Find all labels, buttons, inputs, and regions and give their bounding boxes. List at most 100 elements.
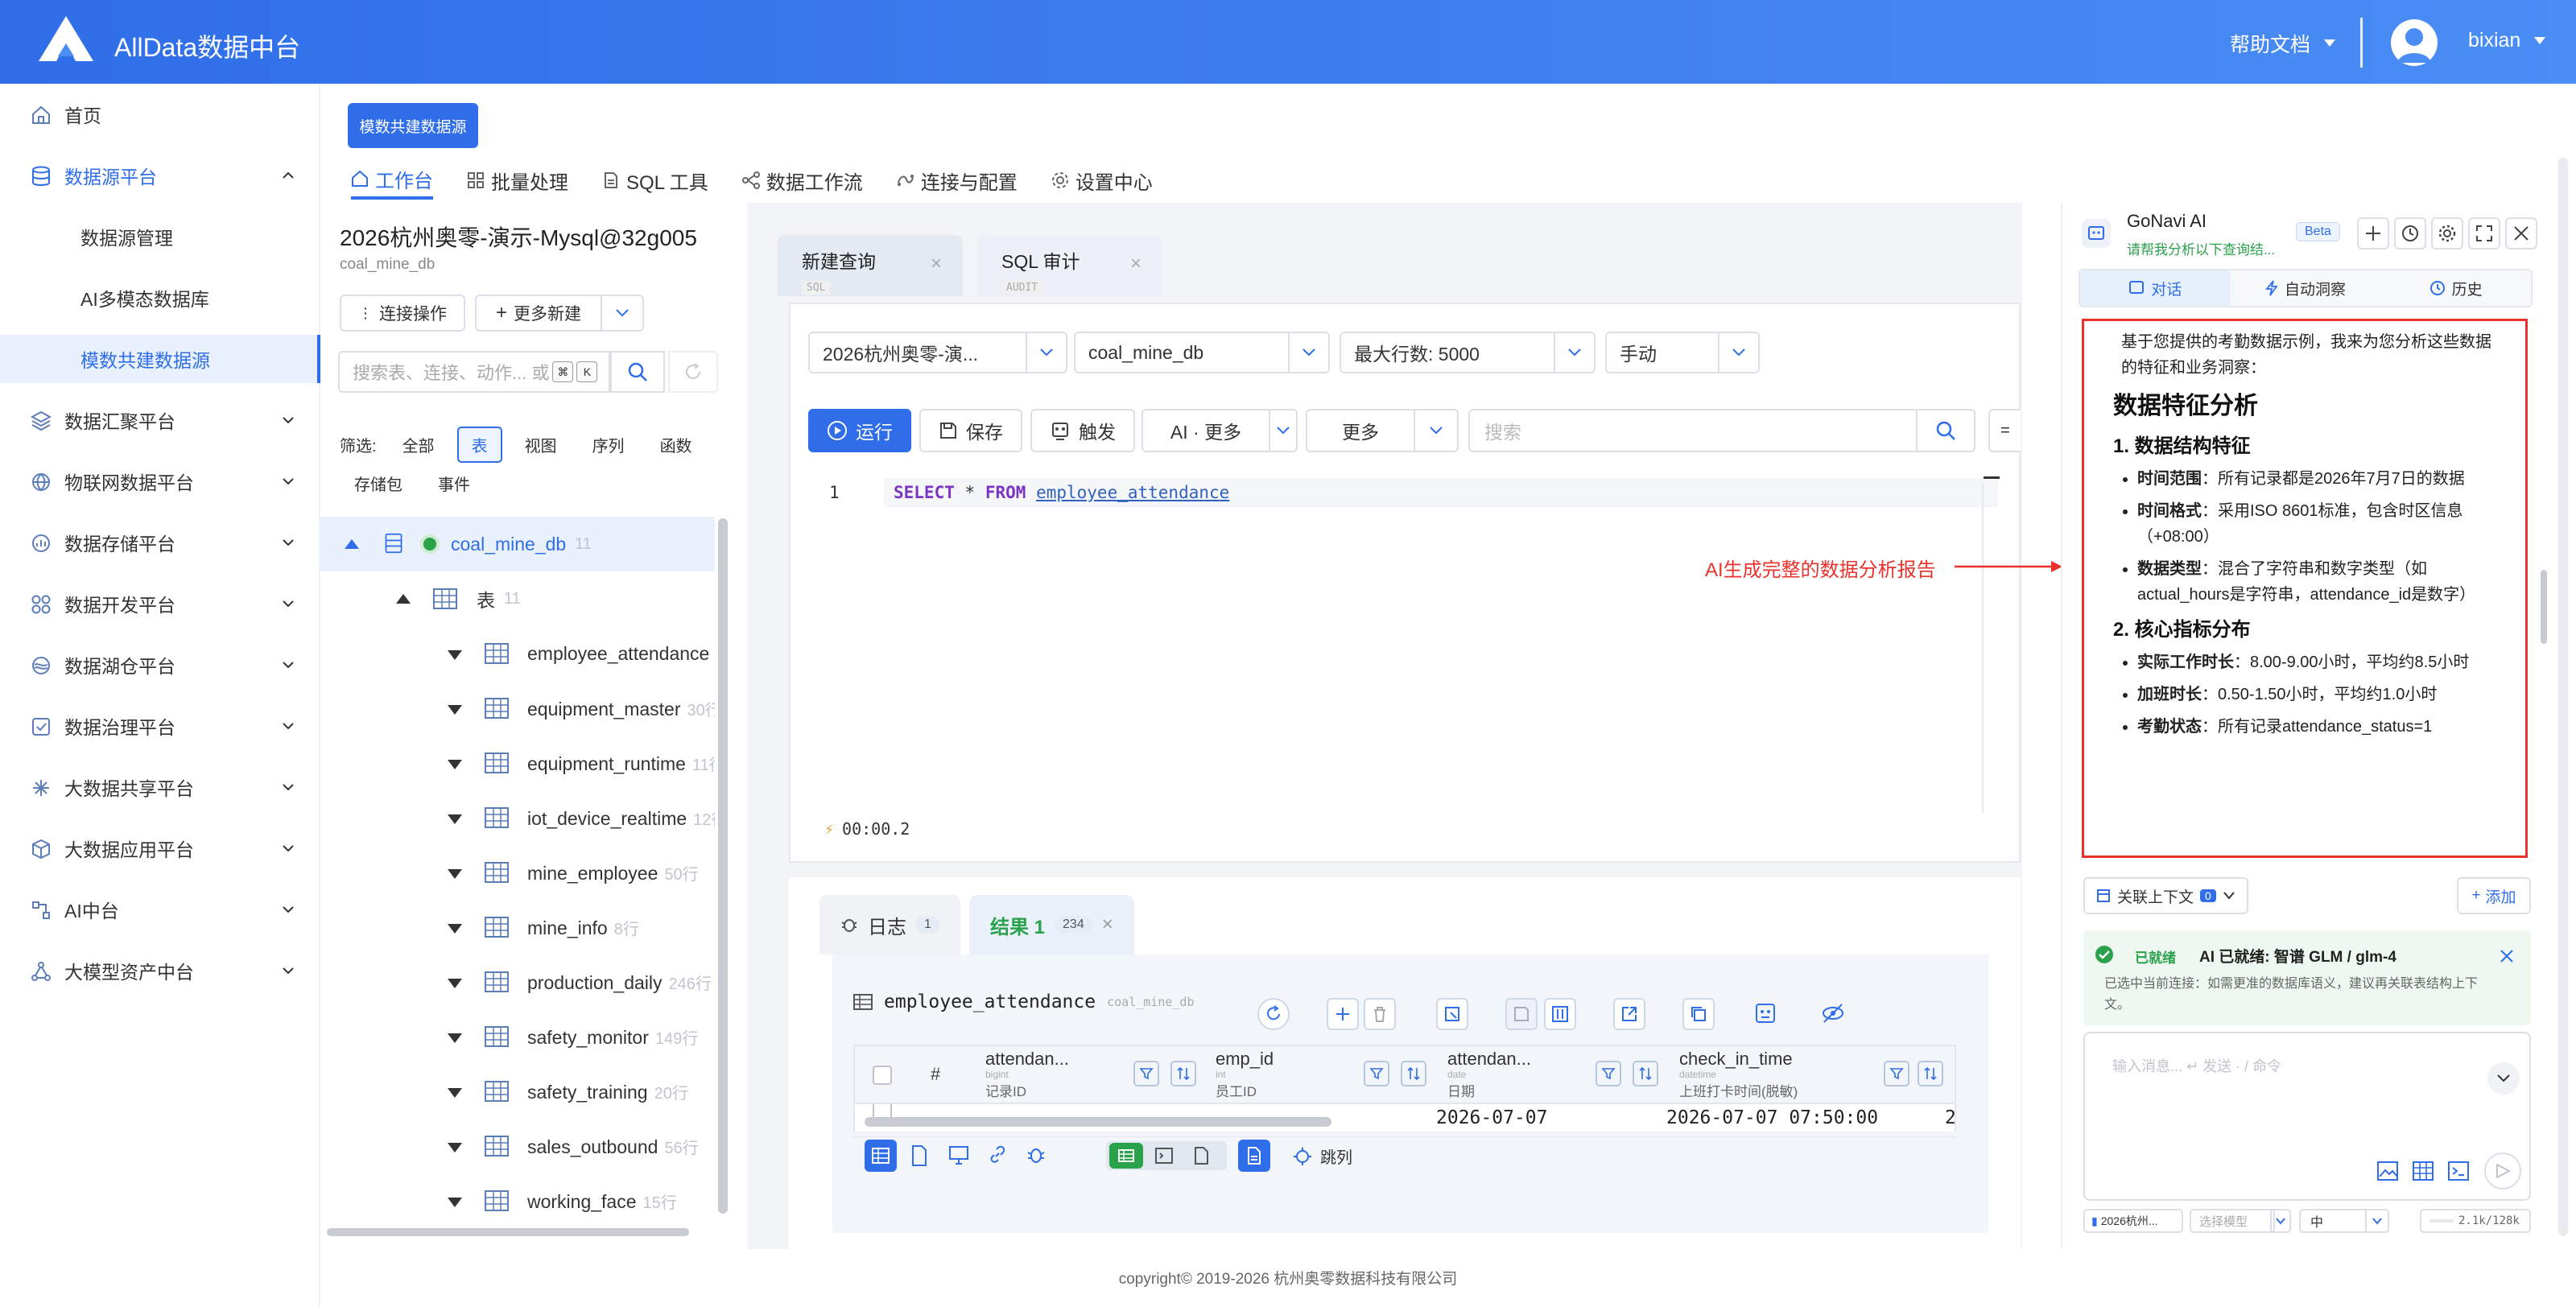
connect-actions-button[interactable]: ⋮ 连接操作 xyxy=(340,295,465,332)
object-search-input[interactable]: 搜索表、连接、动作... 或 ⌘ K xyxy=(338,351,610,393)
sidebar-item-iot-platform[interactable]: 物联网数据平台 xyxy=(0,457,320,505)
tree-table-group[interactable]: 表 11 xyxy=(320,571,715,626)
cell-truncated[interactable]: 2 xyxy=(1945,1107,1956,1128)
more-new-dropdown[interactable] xyxy=(601,295,644,332)
tab-sql-tools[interactable]: SQL 工具 xyxy=(602,161,708,200)
sql-table-name[interactable]: employee_attendance xyxy=(1036,483,1229,502)
hide-icon[interactable] xyxy=(1821,1001,1845,1025)
expand-icon[interactable] xyxy=(448,760,462,769)
cell-attendance-date[interactable]: 2026-07-07 xyxy=(1436,1107,1547,1128)
sidebar-item-sharing-platform[interactable]: 大数据共享平台 xyxy=(0,763,320,811)
filter-all[interactable]: 全部 xyxy=(390,428,448,461)
mode-code-icon[interactable] xyxy=(1154,1146,1174,1165)
tree-table-item[interactable]: mine_info 8行 xyxy=(320,900,715,954)
export-button[interactable] xyxy=(1613,998,1645,1030)
tree-table-item[interactable]: employee_attendance xyxy=(320,626,715,681)
collapse-input-button[interactable] xyxy=(2487,1062,2520,1095)
tab-history[interactable]: 历史 xyxy=(2380,270,2531,306)
history-button[interactable] xyxy=(2394,217,2426,249)
filter-event[interactable]: 事件 xyxy=(425,467,483,500)
column-header-emp-id[interactable]: emp_id int 员工ID xyxy=(1216,1046,1441,1103)
more-button[interactable]: 更多 xyxy=(1306,409,1415,452)
filter-function[interactable]: 函数 xyxy=(647,428,705,461)
send-button[interactable] xyxy=(2484,1152,2521,1189)
tab-auto-insight[interactable]: 自动洞察 xyxy=(2231,270,2381,306)
chat-connection-chip[interactable]: ▮ 2026杭州... xyxy=(2083,1209,2183,1233)
add-row-button[interactable] xyxy=(1327,998,1359,1030)
sort-icon[interactable] xyxy=(1170,1061,1196,1086)
table-icon[interactable] xyxy=(2412,1161,2434,1181)
sidebar-item-model-datasource[interactable]: 模数共建数据源 xyxy=(0,335,320,383)
run-button[interactable]: 运行 xyxy=(808,409,911,452)
model-select-dropdown[interactable] xyxy=(2270,1209,2291,1233)
tab-connection-config[interactable]: 连接与配置 xyxy=(897,161,1018,200)
tree-table-item[interactable]: production_daily 246行 xyxy=(320,954,715,1009)
editor-search-button[interactable] xyxy=(1916,409,1975,452)
tree-table-item[interactable]: mine_employee 50行 xyxy=(320,845,715,900)
model-select[interactable]: 选择模型 xyxy=(2190,1209,2275,1233)
expand-icon[interactable] xyxy=(448,650,462,660)
reasoning-level-select[interactable]: 中 xyxy=(2299,1209,2367,1233)
view-link-icon[interactable] xyxy=(987,1144,1008,1165)
expand-icon[interactable] xyxy=(448,705,462,715)
tree-h-scrollbar[interactable] xyxy=(327,1228,689,1236)
ai-assist-icon[interactable] xyxy=(1753,1001,1777,1025)
copy-button[interactable] xyxy=(1682,998,1715,1030)
cell-check-in-time[interactable]: 2026-07-07 07:50:00 xyxy=(1666,1107,1878,1128)
sidebar-item-app-platform[interactable]: 大数据应用平台 xyxy=(0,824,320,872)
filter-icon[interactable] xyxy=(1596,1061,1621,1086)
select-all-checkbox[interactable] xyxy=(873,1066,892,1085)
trigger-button[interactable]: 触发 xyxy=(1030,409,1135,452)
sort-icon[interactable] xyxy=(1401,1061,1426,1086)
editor-search-input[interactable]: 搜索 xyxy=(1468,409,1918,452)
close-icon[interactable]: × xyxy=(1102,913,1113,936)
expand-icon[interactable] xyxy=(448,814,462,824)
mode-doc-icon[interactable] xyxy=(1193,1146,1211,1165)
view-chart-icon[interactable] xyxy=(948,1144,969,1165)
settings-button[interactable] xyxy=(2431,217,2463,249)
sidebar-item-dev-platform[interactable]: 数据开发平台 xyxy=(0,579,320,628)
save-button[interactable]: 保存 xyxy=(919,409,1022,452)
save-changes-button[interactable] xyxy=(1505,998,1538,1030)
ai-more-button[interactable]: AI · 更多 xyxy=(1141,409,1270,452)
sidebar-item-llm-assets[interactable]: 大模型资产中台 xyxy=(0,946,320,995)
image-icon[interactable] xyxy=(2376,1161,2399,1181)
tab-log[interactable]: 日志 1 xyxy=(819,895,960,954)
close-panel-button[interactable] xyxy=(2505,217,2537,249)
query-tab-new[interactable]: 新建查询 SQL × xyxy=(778,235,963,296)
expand-icon[interactable] xyxy=(448,869,462,879)
tab-settings[interactable]: 设置中心 xyxy=(1051,161,1153,200)
tree-table-item[interactable]: iot_device_realtime12行 xyxy=(320,790,715,845)
mode-select[interactable]: 手动 xyxy=(1605,332,1760,373)
sort-icon[interactable] xyxy=(1633,1061,1658,1086)
view-text-icon[interactable] xyxy=(910,1144,929,1167)
sidebar-item-home[interactable]: 首页 xyxy=(0,90,320,138)
filter-icon[interactable] xyxy=(1133,1061,1159,1086)
tab-workflow[interactable]: 数据工作流 xyxy=(741,161,863,200)
tree-table-item[interactable]: sales_outbound 56行 xyxy=(320,1119,715,1173)
tree-table-item[interactable]: safety_monitor 149行 xyxy=(320,1009,715,1064)
tab-chat[interactable]: 对话 xyxy=(2080,270,2231,306)
user-menu[interactable]: bixian xyxy=(2468,29,2546,52)
sidebar-item-datasource-platform[interactable]: 数据源平台 xyxy=(0,151,320,200)
model-datasource-button[interactable]: 模数共建数据源 xyxy=(348,103,478,148)
object-search-button[interactable] xyxy=(610,351,665,393)
expand-icon[interactable] xyxy=(448,1198,462,1207)
filter-table[interactable]: 表 xyxy=(456,427,502,463)
jump-column-button[interactable]: 跳列 xyxy=(1293,1144,1352,1168)
sidebar-item-data-aggregation[interactable]: 数据汇聚平台 xyxy=(0,396,320,444)
close-icon[interactable]: × xyxy=(1130,253,1141,275)
filter-package[interactable]: 存储包 xyxy=(340,467,415,500)
tree-scrollbar[interactable] xyxy=(718,518,728,1214)
add-context-button[interactable]: + 添加 xyxy=(2457,877,2531,914)
terminal-icon[interactable] xyxy=(2447,1161,2470,1181)
database-select[interactable]: coal_mine_db xyxy=(1074,332,1330,373)
mode-grid-button[interactable] xyxy=(1109,1143,1143,1169)
sidebar-item-lakehouse-platform[interactable]: 数据湖仓平台 xyxy=(0,641,320,689)
column-header-check-in-time[interactable]: check_in_time datetime 上班打卡时间(脱敏) xyxy=(1679,1046,1945,1103)
ai-scrollbar[interactable] xyxy=(2541,570,2547,644)
expand-icon[interactable] xyxy=(448,1088,462,1098)
close-icon[interactable] xyxy=(2499,948,2515,964)
tree-table-item[interactable]: working_face 15行 xyxy=(320,1173,715,1228)
query-tab-audit[interactable]: SQL 审计 AUDIT × xyxy=(977,235,1162,296)
